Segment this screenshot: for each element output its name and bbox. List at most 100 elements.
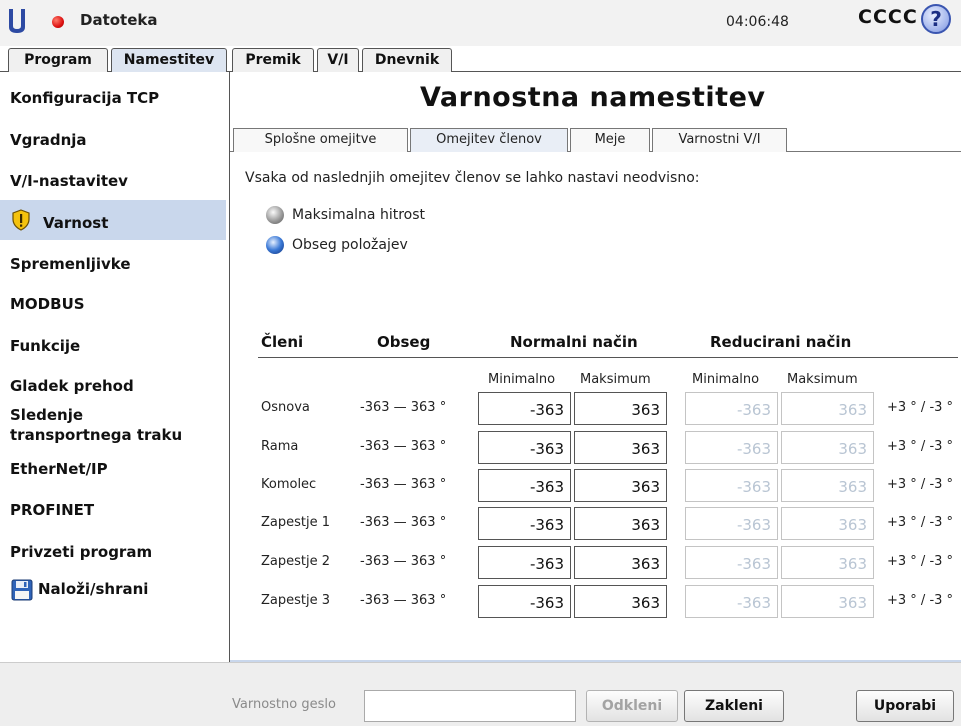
sidebar-item-smooth-transition[interactable]: Gladek prehod xyxy=(0,376,226,396)
joint-range: -363 — 363 ° xyxy=(360,593,447,608)
safety-sub-tabs: Splošne omejitve Omejitev členov Meje Va… xyxy=(230,126,961,153)
safety-password-input[interactable] xyxy=(364,690,576,722)
normal-min-input[interactable]: -363 xyxy=(478,431,571,464)
reduced-max-input: 363 xyxy=(781,507,874,540)
sidebar-item-label-line2: transportnega traku xyxy=(10,426,183,444)
normal-min-input[interactable]: -363 xyxy=(478,585,571,618)
joints-header: Členi xyxy=(261,333,304,351)
ur-logo-icon xyxy=(9,9,25,33)
sidebar-item-default-program[interactable]: Privzeti program xyxy=(0,542,226,562)
joint-name: Rama xyxy=(261,439,299,454)
normal-max-input[interactable]: 363 xyxy=(574,392,667,425)
robot-name: CCCC xyxy=(858,6,918,28)
joint-name: Zapestje 3 xyxy=(261,593,331,608)
reduced-max-header: Maksimum xyxy=(787,372,858,387)
lock-button[interactable]: Zakleni xyxy=(684,690,784,722)
clock: 04:06:48 xyxy=(726,14,789,30)
reduced-max-input: 363 xyxy=(781,546,874,579)
joint-range: -363 — 363 ° xyxy=(360,400,447,415)
tab-move[interactable]: Premik xyxy=(232,48,314,72)
tolerance: +3 ° / -3 ° xyxy=(887,439,954,454)
reduced-min-input: -363 xyxy=(685,507,778,540)
sidebar-item-load-save[interactable]: Naloži/shrani xyxy=(0,575,226,607)
reduced-max-input: 363 xyxy=(781,392,874,425)
reduced-min-input: -363 xyxy=(685,392,778,425)
tolerance: +3 ° / -3 ° xyxy=(887,554,954,569)
reduced-min-input: -363 xyxy=(685,585,778,618)
sidebar-item-ethernet-ip[interactable]: EtherNet/IP xyxy=(0,459,226,479)
position-range-label: Obseg položajev xyxy=(292,237,408,253)
sidebar-item-conveyor-tracking[interactable]: Sledenje transportnega traku xyxy=(0,405,226,445)
sidebar-item-label-line1: Sledenje xyxy=(10,406,84,424)
reduced-min-input: -363 xyxy=(685,546,778,579)
normal-max-input[interactable]: 363 xyxy=(574,469,667,502)
position-range-radio[interactable] xyxy=(266,236,284,254)
normal-min-header: Minimalno xyxy=(488,372,556,387)
joint-range: -363 — 363 ° xyxy=(360,554,447,569)
range-header: Obseg xyxy=(377,333,431,351)
max-speed-label: Maksimalna hitrost xyxy=(292,207,426,223)
reduced-min-header: Minimalno xyxy=(692,372,760,387)
joint-range: -363 — 363 ° xyxy=(360,515,447,530)
sidebar-item-io-setup[interactable]: V/I-nastavitev xyxy=(0,171,226,191)
floppy-disk-icon xyxy=(11,579,33,601)
intro-text: Vsaka od naslednjih omejitev členov se l… xyxy=(245,170,700,186)
tab-boundaries[interactable]: Meje xyxy=(570,128,650,152)
help-icon[interactable]: ? xyxy=(921,4,951,34)
max-speed-radio[interactable] xyxy=(266,206,284,224)
tab-joint-limits[interactable]: Omejitev členov xyxy=(410,128,568,153)
tab-program[interactable]: Program xyxy=(8,48,108,72)
normal-max-input[interactable]: 363 xyxy=(574,585,667,618)
sidebar-item-label: Naloži/shrani xyxy=(38,580,149,598)
warning-shield-icon xyxy=(12,209,30,231)
tab-general-limits[interactable]: Splošne omejitve xyxy=(233,128,408,152)
sidebar-item-features[interactable]: Funkcije xyxy=(0,336,226,356)
file-menu[interactable]: Datoteka xyxy=(80,11,158,29)
installation-sidebar xyxy=(0,72,230,662)
unlock-button[interactable]: Odkleni xyxy=(586,690,678,722)
reduced-min-input: -363 xyxy=(685,431,778,464)
safety-password-label: Varnostno geslo xyxy=(232,697,336,712)
normal-min-input[interactable]: -363 xyxy=(478,392,571,425)
reduced-max-input: 363 xyxy=(781,431,874,464)
normal-max-input[interactable]: 363 xyxy=(574,546,667,579)
reduced-mode-header: Reducirani način xyxy=(710,333,852,351)
top-bar: Datoteka 04:06:48 CCCC ? xyxy=(0,0,961,46)
reduced-max-input: 363 xyxy=(781,585,874,618)
tolerance: +3 ° / -3 ° xyxy=(887,400,954,415)
page-title: Varnostna namestitev xyxy=(420,82,766,113)
tolerance: +3 ° / -3 ° xyxy=(887,515,954,530)
joint-range: -363 — 363 ° xyxy=(360,439,447,454)
joint-name: Osnova xyxy=(261,400,310,415)
normal-max-header: Maksimum xyxy=(580,372,651,387)
normal-min-input[interactable]: -363 xyxy=(478,546,571,579)
tab-log[interactable]: Dnevnik xyxy=(362,48,452,72)
sidebar-item-tcp-configuration[interactable]: Konfiguracija TCP xyxy=(0,88,226,108)
record-status-icon xyxy=(52,16,64,28)
reduced-max-input: 363 xyxy=(781,469,874,502)
sidebar-item-modbus[interactable]: MODBUS xyxy=(0,294,226,314)
normal-max-input[interactable]: 363 xyxy=(574,431,667,464)
joint-name: Zapestje 2 xyxy=(261,554,331,569)
normal-min-input[interactable]: -363 xyxy=(478,469,571,502)
normal-max-input[interactable]: 363 xyxy=(574,507,667,540)
sidebar-item-safety[interactable]: Varnost xyxy=(0,200,226,240)
apply-button[interactable]: Uporabi xyxy=(856,690,954,722)
sidebar-item-profinet[interactable]: PROFINET xyxy=(0,500,226,520)
header-divider xyxy=(258,357,958,358)
joint-name: Zapestje 1 xyxy=(261,515,331,530)
main-tabs: Program Namestitev Premik V/I Dnevnik xyxy=(0,46,961,73)
tolerance: +3 ° / -3 ° xyxy=(887,593,954,608)
joint-range: -363 — 363 ° xyxy=(360,477,447,492)
tab-io[interactable]: V/I xyxy=(317,48,359,72)
reduced-min-input: -363 xyxy=(685,469,778,502)
tab-safety-io[interactable]: Varnostni V/I xyxy=(652,128,787,152)
joint-name: Komolec xyxy=(261,477,317,492)
normal-min-input[interactable]: -363 xyxy=(478,507,571,540)
tab-installation[interactable]: Namestitev xyxy=(111,48,227,73)
sidebar-item-label: Varnost xyxy=(43,214,109,232)
sidebar-item-variables[interactable]: Spremenljivke xyxy=(0,254,226,274)
tolerance: +3 ° / -3 ° xyxy=(887,477,954,492)
normal-mode-header: Normalni način xyxy=(510,333,638,351)
sidebar-item-mounting[interactable]: Vgradnja xyxy=(0,130,226,150)
